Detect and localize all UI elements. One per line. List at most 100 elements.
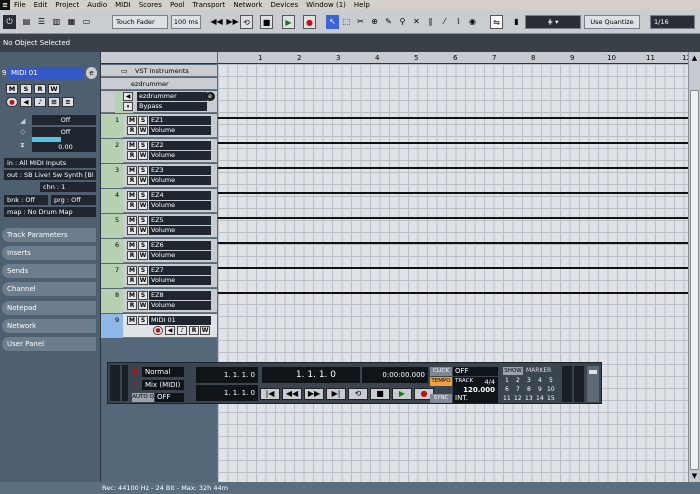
- read-button[interactable]: R: [127, 151, 137, 160]
- write-button[interactable]: W: [200, 326, 210, 335]
- instrument-track[interactable]: ◀ ezdrummer ⏸ Bypass e: [101, 91, 217, 113]
- menu-audio[interactable]: Audio: [83, 0, 111, 10]
- menu-help[interactable]: Help: [350, 0, 374, 10]
- track-name[interactable]: EZ7: [149, 266, 211, 275]
- solo-button[interactable]: S: [138, 166, 148, 175]
- read-button[interactable]: R: [127, 301, 137, 310]
- inspector-mute-button[interactable]: M: [6, 84, 18, 94]
- track-name[interactable]: MIDI 01: [149, 316, 211, 325]
- section-channel[interactable]: Channel: [2, 282, 96, 296]
- read-button[interactable]: R: [127, 251, 137, 260]
- write-button[interactable]: W: [138, 276, 148, 285]
- section-user-panel[interactable]: User Panel: [2, 337, 96, 351]
- marker-button[interactable]: 12: [514, 395, 522, 402]
- solo-button[interactable]: S: [138, 241, 148, 250]
- mute-button[interactable]: M: [127, 266, 137, 275]
- midi-track-row[interactable]: 9 M S MIDI 01 ● ◀ ♪ R W: [101, 314, 217, 338]
- track-row[interactable]: 1 M S R W EZ1 Volume: [101, 114, 217, 138]
- mute-button[interactable]: M: [127, 291, 137, 300]
- track-row[interactable]: 2 M S R W EZ2 Volume: [101, 139, 217, 163]
- activate-project-icon[interactable]: ⏻: [3, 15, 16, 29]
- mute-tool-icon[interactable]: ∥: [424, 15, 437, 29]
- menu-devices[interactable]: Devices: [267, 0, 303, 10]
- zoom-in-icon[interactable]: ▲: [690, 54, 699, 62]
- cycle-icon[interactable]: ⟲: [348, 388, 368, 400]
- grid-type-select[interactable]: ⋕ ▾: [525, 15, 581, 29]
- write-button[interactable]: W: [138, 226, 148, 235]
- volume-field[interactable]: Off: [32, 115, 96, 125]
- mute-button[interactable]: M: [127, 241, 137, 250]
- mute-button[interactable]: M: [127, 141, 137, 150]
- track-row[interactable]: 4 M S R W EZ4 Volume: [101, 189, 217, 213]
- click-button[interactable]: CLICK: [430, 367, 452, 376]
- rewind-icon[interactable]: ◀◀: [282, 388, 302, 400]
- autoscroll-icon[interactable]: ⇋: [490, 15, 503, 29]
- solo-button[interactable]: S: [138, 216, 148, 225]
- track-name[interactable]: EZ5: [149, 216, 211, 225]
- play-icon[interactable]: ▶: [392, 388, 412, 400]
- write-button[interactable]: W: [138, 126, 148, 135]
- mute-button[interactable]: M: [127, 216, 137, 225]
- position-time[interactable]: 0:00:00.000: [362, 367, 428, 383]
- menu-midi[interactable]: MIDI: [111, 0, 135, 10]
- cycle-icon[interactable]: ⟲: [240, 15, 253, 29]
- stop-icon[interactable]: ■: [260, 15, 273, 29]
- read-button[interactable]: R: [127, 201, 137, 210]
- write-button[interactable]: W: [138, 176, 148, 185]
- show-markers-button[interactable]: SHOW: [503, 367, 523, 375]
- delay-field[interactable]: 0.00: [32, 142, 96, 152]
- right-locator[interactable]: 1. 1. 1. 0: [196, 385, 258, 401]
- master-level-slider[interactable]: [587, 366, 599, 402]
- menu-pool[interactable]: Pool: [166, 0, 188, 10]
- section-inserts[interactable]: Inserts: [2, 246, 96, 260]
- drum-map-select[interactable]: map : No Drum Map: [4, 207, 96, 217]
- menu-file[interactable]: File: [10, 0, 30, 10]
- timebase-icon[interactable]: ♪: [177, 326, 187, 335]
- fader-mode-select[interactable]: Touch Fader: [112, 15, 168, 29]
- mute-button[interactable]: M: [127, 316, 137, 325]
- split-tool-icon[interactable]: ✂: [354, 15, 367, 29]
- track-row[interactable]: 6 M S R W EZ6 Volume: [101, 239, 217, 263]
- read-button[interactable]: R: [127, 126, 137, 135]
- position-bars[interactable]: 1. 1. 1. 0: [262, 367, 360, 383]
- inspector-timebase-icon[interactable]: ♪: [34, 97, 46, 107]
- track-name[interactable]: EZ1: [149, 116, 211, 125]
- scroll-thumb[interactable]: [690, 90, 699, 470]
- midi-output-select[interactable]: out : SB Live! Sw Synth [Bl: [4, 170, 96, 180]
- range-tool-icon[interactable]: ⬚: [340, 15, 353, 29]
- arrange-area[interactable]: [218, 64, 688, 482]
- marker-button[interactable]: 1: [505, 377, 509, 384]
- instrument-edit-icon[interactable]: e: [205, 92, 215, 101]
- menu-edit[interactable]: Edit: [30, 0, 52, 10]
- marker-button[interactable]: 7: [516, 386, 520, 393]
- line-tool-icon[interactable]: ⁄: [438, 15, 451, 29]
- mute-button[interactable]: M: [127, 191, 137, 200]
- track-name[interactable]: EZ2: [149, 141, 211, 150]
- left-locator[interactable]: 1. 1. 1. 0: [196, 367, 258, 383]
- marker-button[interactable]: 8: [527, 386, 531, 393]
- pan-field[interactable]: Off: [32, 127, 96, 137]
- marker-button[interactable]: 3: [527, 377, 531, 384]
- mute-button[interactable]: M: [127, 116, 137, 125]
- marker-button[interactable]: 15: [547, 395, 555, 402]
- section-sends[interactable]: Sends: [2, 264, 96, 278]
- pencil-tool-icon[interactable]: ✎: [382, 15, 395, 29]
- inspector-monitor-icon[interactable]: ◀: [20, 97, 32, 107]
- program-select[interactable]: prg : Off: [51, 195, 96, 205]
- forward-icon[interactable]: ▶▶: [304, 388, 324, 400]
- record-mode-select[interactable]: Normal: [142, 367, 184, 377]
- solo-button[interactable]: S: [138, 291, 148, 300]
- track-row[interactable]: 3 M S R W EZ3 Volume: [101, 164, 217, 188]
- section-track-parameters[interactable]: Track Parameters: [2, 228, 96, 242]
- inspector-solo-button[interactable]: S: [20, 84, 32, 94]
- inspector-write-button[interactable]: W: [48, 84, 60, 94]
- edit-instrument-icon[interactable]: e: [86, 67, 97, 79]
- play-tool-icon[interactable]: ◉: [466, 15, 479, 29]
- marker-button[interactable]: 14: [536, 395, 544, 402]
- write-button[interactable]: W: [138, 301, 148, 310]
- time-value-field[interactable]: 100 ms: [171, 15, 201, 29]
- stop-icon[interactable]: ■: [370, 388, 390, 400]
- track-name[interactable]: EZ6: [149, 241, 211, 250]
- instrument-mute-icon[interactable]: ◀: [123, 92, 133, 101]
- marker-button[interactable]: 2: [516, 377, 520, 384]
